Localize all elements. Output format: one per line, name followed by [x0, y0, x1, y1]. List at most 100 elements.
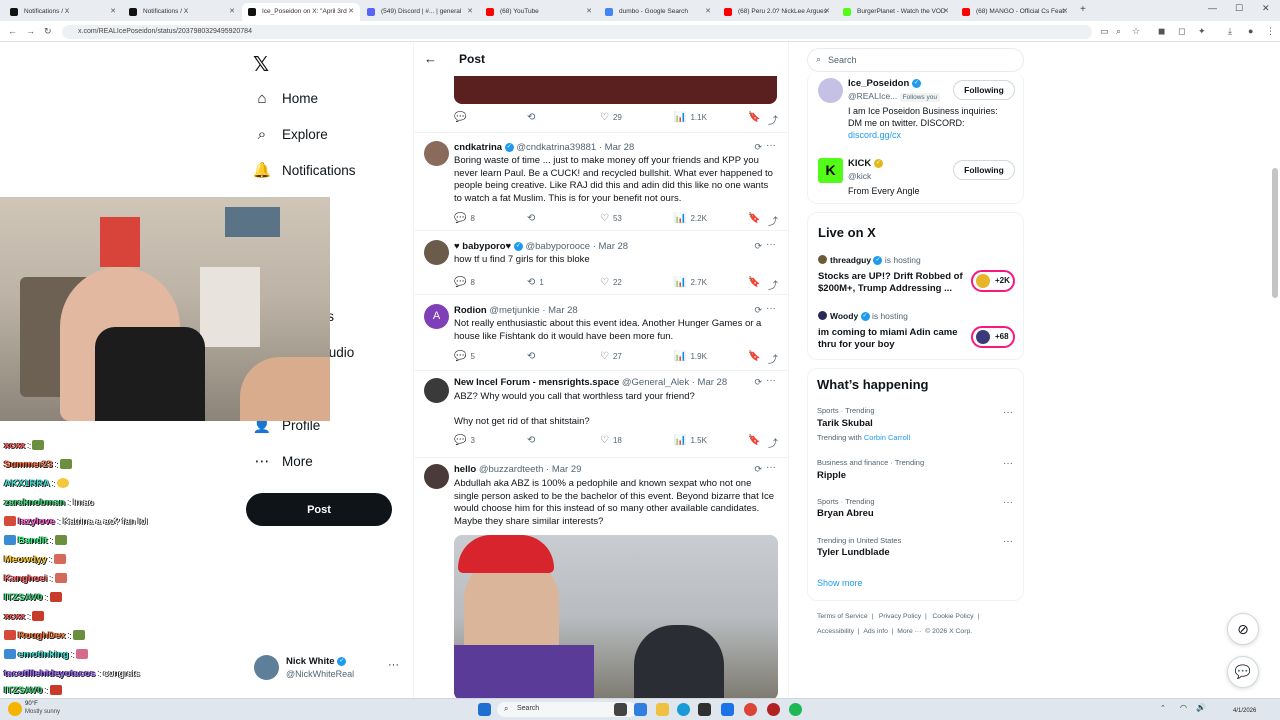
- maximize-icon[interactable]: ☐: [1235, 3, 1243, 14]
- nav-home[interactable]: ⌂ Home: [252, 85, 318, 111]
- extension-icon[interactable]: ◻: [1178, 26, 1185, 37]
- repost-button[interactable]: ⟲: [527, 351, 539, 362]
- live-host[interactable]: threadguy ✓ is hosting: [830, 255, 921, 266]
- kick-logo-icon[interactable]: K: [818, 158, 843, 183]
- reply-tweet[interactable]: A Rodion @metjunkie · Mar 28 ⟳ ··· Not r…: [414, 296, 788, 371]
- profile-link[interactable]: discord.gg/cx: [848, 130, 901, 140]
- show-more-link[interactable]: Show more: [817, 578, 863, 588]
- browser-tab[interactable]: dumbo - Google Search ✕: [599, 3, 717, 21]
- windows-start-icon[interactable]: [478, 703, 491, 716]
- trend-name[interactable]: Ripple: [817, 470, 846, 481]
- chrome-icon[interactable]: [744, 703, 757, 716]
- like-button[interactable]: ♡ 18: [600, 435, 622, 446]
- live-listener-count[interactable]: +2K: [971, 270, 1015, 292]
- share-button[interactable]: ⤴: [768, 351, 782, 366]
- views-button[interactable]: 📊 2.7K: [674, 277, 707, 288]
- reply-button[interactable]: 💬: [454, 112, 470, 123]
- browser-tab[interactable]: (549) Discord | #... | general ✕: [361, 3, 479, 21]
- repost-button[interactable]: ⟲: [527, 435, 539, 446]
- nav-notifications[interactable]: 🔔 Notifications: [252, 157, 356, 183]
- scrollbar-thumb[interactable]: [1272, 168, 1278, 298]
- star-icon[interactable]: ☆: [1132, 26, 1140, 37]
- search-input[interactable]: ⌕ Search: [807, 48, 1024, 72]
- nav-more[interactable]: ⋯ More: [252, 448, 313, 474]
- profile-icon[interactable]: ●: [1248, 26, 1253, 36]
- like-button[interactable]: ♡ 53: [600, 213, 622, 224]
- profile-name[interactable]: Ice_Poseidon ✓: [848, 78, 921, 89]
- new-tab-icon[interactable]: +: [1080, 4, 1086, 15]
- browser-tab[interactable]: Notifications / X ✕: [4, 3, 122, 21]
- avatar[interactable]: [818, 78, 843, 103]
- tray-chevron-icon[interactable]: ⌃: [1160, 704, 1166, 712]
- views-button[interactable]: 📊 2.2K: [674, 213, 707, 224]
- close-tab-icon[interactable]: ✕: [943, 7, 949, 15]
- avatar[interactable]: [424, 240, 449, 265]
- browser-tab[interactable]: (68) Peru 2.0? NickLee Argues ✕: [718, 3, 836, 21]
- forward-icon[interactable]: →: [26, 26, 35, 36]
- reply-button[interactable]: 💬 5: [454, 351, 475, 362]
- reply-tweet[interactable]: cndkatrina ✓ @cndkatrina39881 · Mar 28 ⟳…: [414, 133, 788, 231]
- share-button[interactable]: ⤴: [768, 277, 782, 292]
- back-icon[interactable]: ←: [8, 26, 17, 36]
- grok-icon[interactable]: ⟳: [754, 464, 762, 475]
- store-icon[interactable]: [698, 703, 711, 716]
- close-window-icon[interactable]: ✕: [1262, 3, 1270, 14]
- reply-button[interactable]: 💬 3: [454, 435, 475, 446]
- close-tab-icon[interactable]: ✕: [1062, 7, 1068, 15]
- more-options-icon[interactable]: ···: [766, 303, 776, 314]
- taskbar-date[interactable]: 4/1/2026: [1233, 708, 1256, 714]
- reply-button[interactable]: 💬 8: [454, 213, 475, 224]
- browser-tab[interactable]: BurgerPlanet - Watch the VOD ✕: [837, 3, 955, 21]
- back-arrow-icon[interactable]: ←: [424, 51, 437, 66]
- more-options-icon[interactable]: ···: [766, 462, 776, 473]
- download-icon[interactable]: ⤓: [1228, 26, 1232, 37]
- views-button[interactable]: 📊 1.9K: [674, 351, 707, 362]
- volume-icon[interactable]: 🔊: [1196, 703, 1206, 712]
- like-button[interactable]: ♡ 22: [600, 277, 622, 288]
- like-button[interactable]: ♡ 29: [600, 112, 622, 123]
- trend-name[interactable]: Bryan Abreu: [817, 508, 874, 519]
- edge-icon[interactable]: [677, 703, 690, 716]
- host-avatar[interactable]: [818, 311, 827, 320]
- browser-tab[interactable]: Notifications / X ✕: [123, 3, 241, 21]
- file-explorer-icon[interactable]: [656, 703, 669, 716]
- bookmark-button[interactable]: 🔖: [748, 112, 764, 123]
- app-icon[interactable]: [767, 703, 780, 716]
- like-button[interactable]: ♡ 27: [600, 351, 622, 362]
- profile-name[interactable]: KICK ✓: [848, 158, 883, 169]
- post-button[interactable]: Post: [246, 493, 392, 526]
- live-listener-count[interactable]: +68: [971, 326, 1015, 348]
- browser-tab[interactable]: (68) MANGO - Official Cs Feat. ✕: [956, 3, 1074, 21]
- live-title[interactable]: im coming to miami Adin came thru for yo…: [818, 327, 966, 351]
- repost-button[interactable]: ⟲: [527, 112, 539, 123]
- app-icon[interactable]: [721, 703, 734, 716]
- url-field[interactable]: x.com/REALIcePoseidon/status/20379803294…: [62, 25, 1092, 39]
- close-tab-icon[interactable]: ✕: [229, 7, 235, 15]
- close-tab-icon[interactable]: ✕: [110, 7, 116, 15]
- trend-more-icon[interactable]: ···: [1003, 407, 1013, 418]
- cast-icon[interactable]: ▭: [1100, 26, 1109, 37]
- menu-icon[interactable]: ⋮: [1266, 26, 1275, 37]
- x-logo-icon[interactable]: 𝕏: [253, 52, 269, 77]
- browser-tab[interactable]: (68) YouTube ✕: [480, 3, 598, 21]
- grok-icon[interactable]: ⟳: [754, 377, 762, 388]
- grok-icon[interactable]: ⟳: [754, 305, 762, 316]
- extension-icon[interactable]: ◼: [1158, 26, 1165, 37]
- account-name[interactable]: Nick White ✓: [286, 656, 347, 667]
- live-host[interactable]: Woody ✓ is hosting: [830, 311, 908, 322]
- avatar[interactable]: [424, 464, 449, 489]
- grok-icon[interactable]: ⟳: [754, 241, 762, 252]
- grok-icon[interactable]: ⟳: [754, 142, 762, 153]
- trend-name[interactable]: Tyler Lundblade: [817, 547, 890, 558]
- bookmark-button[interactable]: 🔖: [748, 351, 764, 362]
- more-options-icon[interactable]: ···: [766, 375, 776, 386]
- reload-icon[interactable]: ↻: [44, 26, 52, 37]
- weather-temp[interactable]: 90°F: [25, 701, 38, 707]
- trend-more-icon[interactable]: ···: [1003, 536, 1013, 547]
- host-avatar[interactable]: [818, 255, 827, 264]
- messages-fab-icon[interactable]: 💬: [1227, 656, 1259, 688]
- bookmark-button[interactable]: 🔖: [748, 277, 764, 288]
- account-avatar[interactable]: [254, 655, 279, 680]
- avatar[interactable]: [424, 141, 449, 166]
- more-options-icon[interactable]: ···: [766, 140, 776, 151]
